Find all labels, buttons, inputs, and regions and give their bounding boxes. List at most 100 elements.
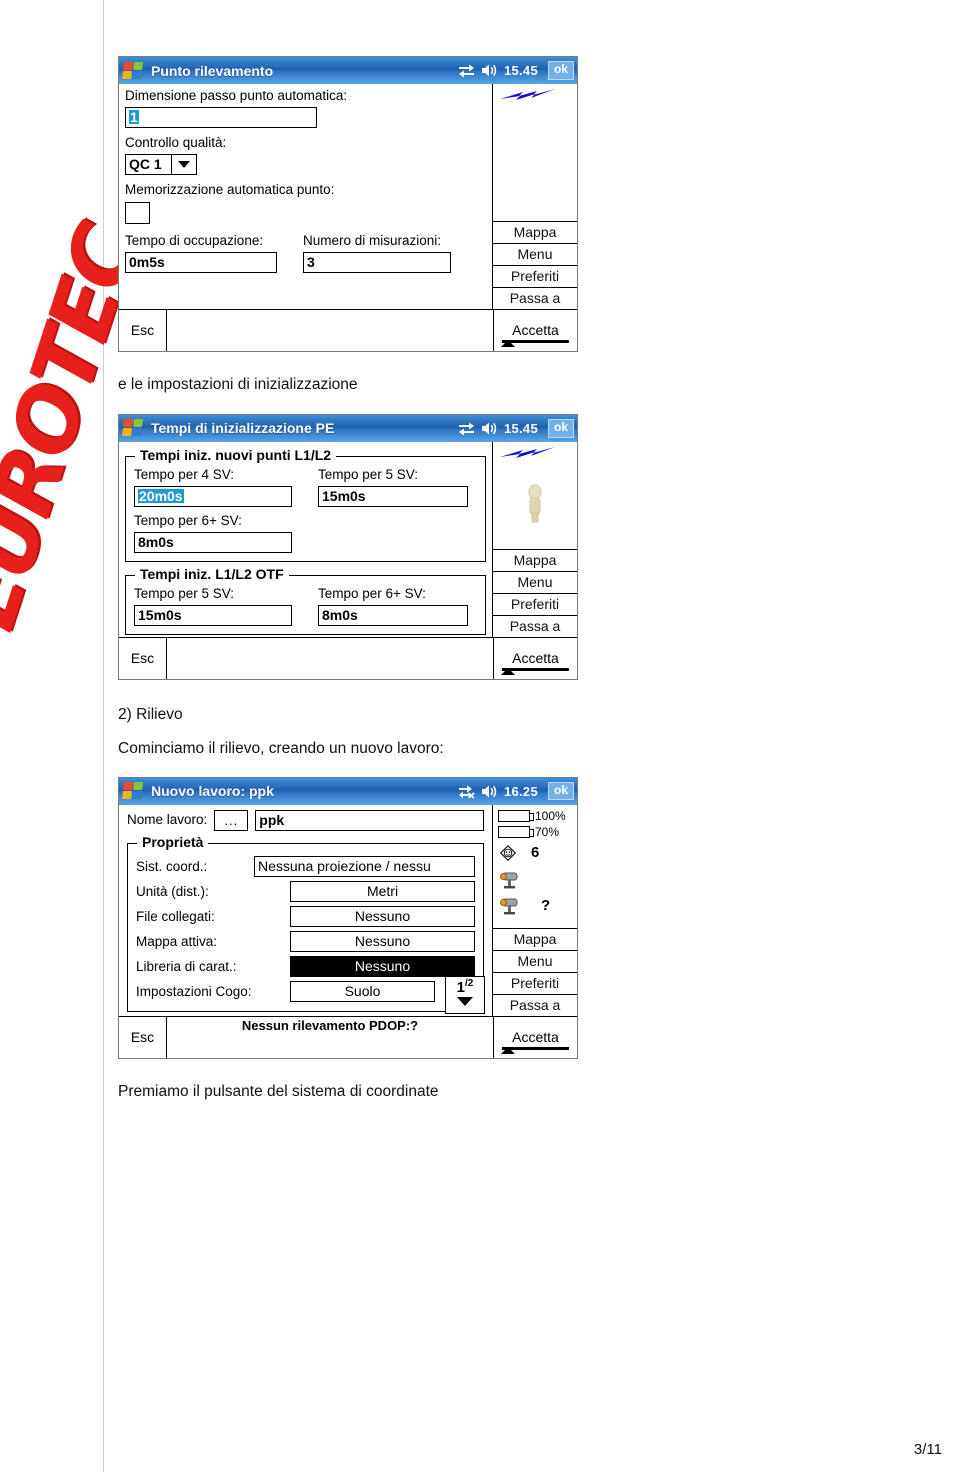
connectivity-disconnected-icon[interactable] [458, 784, 475, 799]
ok-button[interactable]: ok [547, 781, 574, 801]
dialog-content: Tempi iniz. nuovi punti L1/L2 Tempo per … [119, 441, 493, 637]
dialog-content: Dimensione passo punto automatica: 1 Con… [119, 84, 493, 309]
page-spinner[interactable]: 1/2 [445, 975, 485, 1014]
side-button-mappa[interactable]: Mappa [493, 927, 577, 950]
satellite-count: 6 [531, 844, 540, 862]
dialog-nuovo-lavoro: Nuovo lavoro: ppk 16.25 ok Nome lavoro: … [118, 776, 578, 1059]
dialog-title: Nuovo lavoro: ppk [151, 783, 274, 800]
unita-button[interactable]: Metri [290, 880, 475, 902]
side-button-menu[interactable]: Menu [493, 242, 577, 265]
paragraph-4: Premiamo il pulsante del sistema di coor… [118, 1082, 439, 1100]
side-button-preferiti[interactable]: Preferiti [493, 971, 577, 994]
rover-person-icon [528, 484, 542, 523]
side-button-menu[interactable]: Menu [493, 949, 577, 972]
libreria-button[interactable]: Nessuno [290, 955, 475, 977]
battery-status-1: 100% [498, 809, 573, 823]
chevron-down-icon[interactable] [171, 153, 197, 175]
group-title: Tempi iniz. L1/L2 OTF [135, 565, 289, 582]
side-button-preferiti[interactable]: Preferiti [493, 264, 577, 287]
time-5sv-label: Tempo per 5 SV: [318, 466, 419, 482]
side-panel: Mappa Menu Preferiti Passa a [493, 84, 577, 309]
dialog-punto-rilevamento: Punto rilevamento 15.45 ok Dimensione pa… [118, 56, 578, 352]
property-label: Impostazioni Cogo: [136, 983, 252, 999]
volume-icon[interactable] [481, 784, 498, 799]
measurements-input[interactable]: 3 [303, 251, 451, 273]
esc-button[interactable]: Esc [119, 1016, 167, 1058]
otf-5sv-input[interactable]: 15m0s [134, 604, 292, 626]
connectivity-icon[interactable] [458, 421, 475, 436]
property-label: Sist. coord.: [136, 858, 208, 874]
windows-logo-icon [122, 782, 145, 800]
otf-5sv-label: Tempo per 5 SV: [134, 585, 235, 601]
side-button-mappa[interactable]: Mappa [493, 220, 577, 243]
group-title: Proprietà [137, 833, 209, 850]
paragraph-2: 2) Rilievo [118, 705, 183, 723]
side-panel: Mappa Menu Preferiti Passa a [493, 442, 577, 637]
windows-logo-icon [122, 61, 145, 80]
system-tray: 15.45 ok [458, 419, 574, 438]
esc-button[interactable]: Esc [119, 309, 167, 351]
side-button-mappa[interactable]: Mappa [493, 548, 577, 571]
browse-button[interactable]: ... [214, 809, 249, 831]
ok-button[interactable]: ok [547, 419, 574, 438]
esc-button[interactable]: Esc [119, 637, 167, 679]
pager-total: /2 [465, 977, 474, 989]
property-row-cogo: Impostazioni Cogo: Suolo [136, 980, 475, 1002]
side-status-icons: 100% 70% 6 ? [493, 805, 577, 928]
dialog-title: Punto rilevamento [151, 62, 274, 79]
otf-6sv-label: Tempo per 6+ SV: [318, 585, 426, 601]
volume-icon[interactable] [481, 421, 498, 436]
occupation-input[interactable]: 0m5s [125, 251, 277, 273]
group-tempi-nuovi-punti: Tempi iniz. nuovi punti L1/L2 Tempo per … [125, 446, 486, 562]
quality-combo[interactable]: QC 1 [125, 153, 197, 175]
time-4sv-input[interactable]: 20m0s [134, 485, 292, 507]
property-row-file-collegati: File collegati: Nessuno [136, 905, 475, 927]
side-button-passa-a[interactable]: Passa a [493, 993, 577, 1016]
satellite-icon [499, 844, 517, 861]
windows-logo-icon [122, 419, 145, 437]
cogo-button[interactable]: Suolo [290, 980, 435, 1002]
accept-label: Accetta [512, 322, 559, 338]
job-name-input[interactable]: ppk [255, 809, 484, 831]
otf-6sv-input[interactable]: 8m0s [318, 604, 468, 626]
time-6sv-input[interactable]: 8m0s [134, 531, 292, 553]
dialog-tempi-inizializzazione: Tempi di inizializzazione PE 15.45 ok Te… [118, 413, 578, 680]
chevron-down-icon[interactable] [457, 996, 473, 1006]
status-bar [167, 638, 493, 679]
group-proprieta: Proprietà Sist. coord.: Nessuna proiezio… [127, 833, 485, 1014]
sist-coord-button[interactable]: Nessuna proiezione / nessu [254, 855, 475, 877]
satellite-status: 6 [498, 843, 573, 863]
mappa-attiva-button[interactable]: Nessuno [290, 930, 475, 952]
side-button-preferiti[interactable]: Preferiti [493, 592, 577, 615]
autostore-checkbox[interactable] [125, 201, 150, 224]
time-5sv-input[interactable]: 15m0s [318, 485, 468, 507]
quality-value: QC 1 [125, 153, 171, 175]
auto-step-input[interactable]: 1 [125, 106, 317, 128]
autostore-label: Memorizzazione automatica punto: [125, 181, 335, 197]
property-label: Unità (dist.): [136, 883, 209, 899]
side-button-passa-a[interactable]: Passa a [493, 286, 577, 309]
property-row-libreria: Libreria di carat.: Nessuno [136, 955, 475, 977]
clock: 15.45 [503, 63, 538, 78]
accept-button[interactable]: Accetta [493, 309, 577, 351]
dialog-title: Tempi di inizializzazione PE [151, 420, 335, 437]
system-tray: 15.45 ok [458, 61, 574, 80]
accept-button[interactable]: Accetta [493, 637, 577, 679]
side-panel: 100% 70% 6 ? Mappa Menu Preferiti Passa … [493, 805, 577, 1016]
file-collegati-button[interactable]: Nessuno [290, 905, 475, 927]
system-tray: 16.25 ok [458, 781, 574, 801]
receiver-unknown-icon [500, 898, 518, 914]
connectivity-icon[interactable] [458, 63, 475, 78]
battery-1-label: 100% [535, 808, 566, 823]
ok-button[interactable]: ok [547, 61, 574, 80]
auto-step-value: 1 [129, 109, 139, 126]
volume-icon[interactable] [481, 63, 498, 78]
accept-button[interactable]: Accetta [493, 1016, 577, 1058]
receiver-status-1 [498, 869, 573, 891]
page-number: 3/11 [913, 1441, 942, 1458]
accept-label: Accetta [512, 650, 559, 667]
side-button-menu[interactable]: Menu [493, 570, 577, 593]
enter-arrow-icon [501, 667, 569, 675]
receiver-unknown-label: ? [541, 897, 551, 915]
side-button-passa-a[interactable]: Passa a [493, 614, 577, 637]
